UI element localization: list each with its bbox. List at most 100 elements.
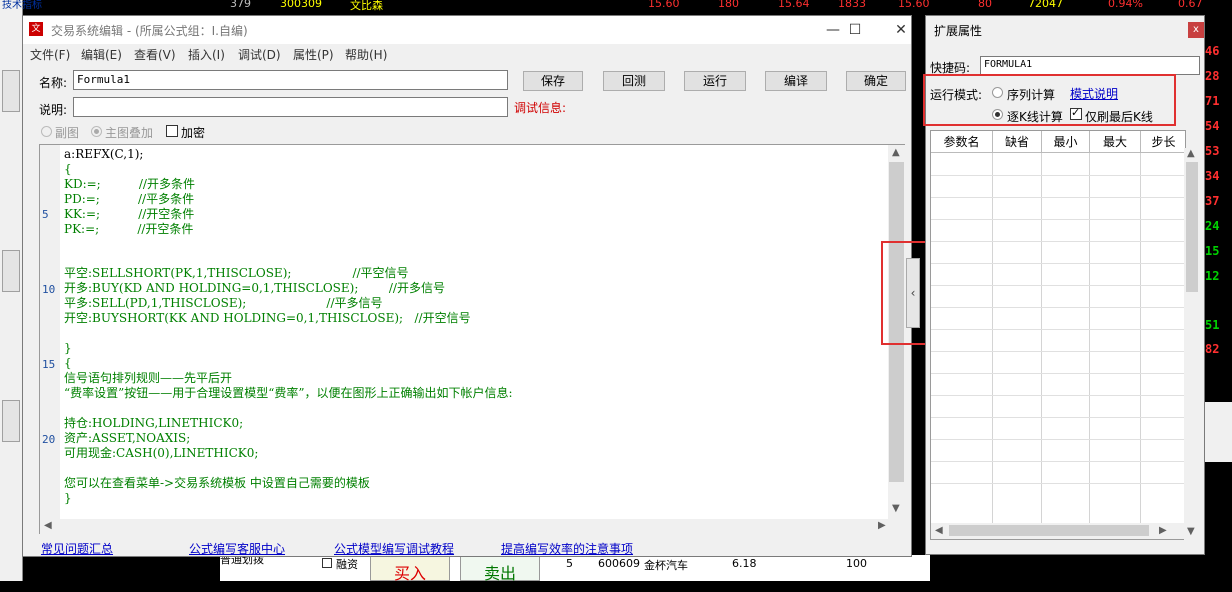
backtest-button[interactable]: 回测 [603,71,665,91]
code-text-area[interactable]: a:REFX(C,1); { KD:=; //开多条件 PD:=; //平多条件… [40,145,888,519]
subchart-label: 副图 [55,126,80,140]
table-vertical-scrollbar[interactable]: ▲ ▼ [1184,148,1200,540]
highlight-box-run-mode [923,74,1176,126]
window-title: 交易系统编辑 - (所属公式组：I.自编) [51,24,248,38]
grid-line [931,307,1185,308]
grid-line [931,483,1185,484]
grid-line [931,395,1185,396]
col-param-name[interactable]: 参数名 [931,131,993,153]
col-max[interactable]: 最大 [1090,131,1141,153]
scroll-up-icon[interactable]: ▲ [1187,148,1195,159]
mainoverlay-label: 主图叠加 [105,126,154,140]
bg-left-tab-label: 技术指标 [2,0,42,11]
grid-line [931,285,1185,286]
mainoverlay-radio[interactable] [91,126,102,137]
code-line: { [64,162,72,176]
code-line: 平多:SELL(PD,1,THISCLOSE); //平多信号 [64,296,383,310]
bg-quote-vol: 180 [718,0,739,10]
bg-left-tab[interactable] [2,250,20,292]
encrypt-checkbox[interactable] [166,125,178,137]
tutorial-link[interactable]: 公式模型编写调试教程 [334,540,454,557]
scroll-left-icon[interactable]: ◀ [935,525,943,536]
app-icon: 文 [29,22,43,36]
table-horizontal-scrollbar[interactable]: ◀ ▶ [931,523,1185,539]
formula-editor-window: 文 交易系统编辑 - (所属公式组：I.自编) — ☐ ✕ 文件(F) 编辑(E… [22,15,912,557]
name-input[interactable]: Formula1 [73,70,508,90]
bg-right-value: 15 [1205,244,1220,258]
bg-quote-seq: 379 [230,0,251,10]
desc-input[interactable] [73,97,508,117]
grid-line [992,153,993,523]
menu-edit[interactable]: 编辑(E) [81,46,122,63]
grid-line [931,175,1185,176]
bg-right-value: 54 [1205,119,1220,133]
menu-properties[interactable]: 属性(P) [293,46,334,63]
grid-line [931,373,1185,374]
shortcut-input[interactable]: FORMULA1 [980,56,1200,75]
desc-label: 说明: [39,103,68,117]
scroll-thumb[interactable] [1186,162,1198,292]
bg-right-widget [1203,402,1232,462]
grid-line [1140,153,1141,523]
code-line: 平空:SELLSHORT(PK,1,THISCLOSE); //平空信号 [64,266,409,280]
bg-right-value: 37 [1205,194,1220,208]
bg-sell-button[interactable]: 卖出 [460,555,540,583]
bg-left-tab[interactable] [2,400,20,442]
close-button[interactable]: ✕ [881,18,921,42]
menu-file[interactable]: 文件(F) [30,46,70,63]
faq-link[interactable]: 常见问题汇总 [41,540,113,557]
code-line: { [64,356,72,370]
scroll-right-icon[interactable]: ▶ [878,520,886,531]
bg-buy-button[interactable]: 买入 [370,555,450,583]
bg-margin-checkbox[interactable] [322,558,332,568]
menu-insert[interactable]: 插入(I) [188,46,225,63]
code-line: 资产:ASSET,NOAXIS; [64,431,191,445]
title-bar[interactable]: 文 交易系统编辑 - (所属公式组：I.自编) — ☐ ✕ [23,16,911,44]
col-default[interactable]: 缺省 [993,131,1042,153]
grid-line [1041,153,1042,523]
bg-quote-name: 文比森 [350,0,383,12]
bg-left-tab[interactable] [2,70,20,112]
bg-quote-price: 15.60 [648,0,680,10]
scroll-down-icon[interactable]: ▼ [892,503,900,514]
maximize-button[interactable]: ☐ [835,18,875,42]
code-line: 持仓:HOLDING,LINETHICK0; [64,416,244,430]
compile-button[interactable]: 编译 [765,71,827,91]
run-button[interactable]: 运行 [684,71,746,91]
grid-line [931,219,1185,220]
efficiency-tips-link[interactable]: 提高编写效率的注意事项 [501,540,633,557]
grid-line [931,329,1185,330]
grid-line [931,351,1185,352]
background-left-panel: 技术指标 [0,0,42,581]
scroll-up-icon[interactable]: ▲ [892,147,900,158]
horizontal-scrollbar[interactable]: ◀ ▶ [40,519,905,534]
code-line: 开空:BUYSHORT(KK AND HOLDING=0,1,THISCLOSE… [64,311,471,325]
ok-button[interactable]: 确定 [846,71,906,91]
code-editor[interactable]: 5 10 15 20 a:REFX(C,1); { KD:=; //开多条件 P… [39,144,905,534]
encrypt-label: 加密 [181,126,206,140]
grid-line [931,461,1185,462]
code-line: } [64,491,72,505]
close-icon[interactable]: x [1188,22,1204,38]
code-line: “费率设置”按钮——用于合理设置模型“费率”，以便在图形上正确输出如下帐户信息: [64,386,513,400]
code-line: 开多:BUY(KD AND HOLDING=0,1,THISCLOSE); //… [64,281,445,295]
bg-right-value: 51 [1205,318,1220,332]
menu-help[interactable]: 帮助(H) [345,46,387,63]
col-min[interactable]: 最小 [1042,131,1090,153]
scroll-right-icon[interactable]: ▶ [1159,525,1167,536]
scroll-thumb[interactable] [949,525,1149,536]
name-label: 名称: [39,76,68,90]
grid-line [931,241,1185,242]
menu-debug[interactable]: 调试(D) [238,46,281,63]
save-button[interactable]: 保存 [523,71,583,91]
code-line: KD:=; //开多条件 [64,177,195,191]
scroll-down-icon[interactable]: ▼ [1187,526,1195,537]
service-center-link[interactable]: 公式编写客服中心 [189,540,285,557]
scroll-left-icon[interactable]: ◀ [44,520,52,531]
col-step[interactable]: 步长 [1141,131,1185,153]
grid-line [931,197,1185,198]
bg-right-value: 71 [1205,94,1220,108]
menu-view[interactable]: 查看(V) [134,46,176,63]
bg-row-idx: 5 [566,557,573,570]
subchart-radio[interactable] [41,126,52,137]
